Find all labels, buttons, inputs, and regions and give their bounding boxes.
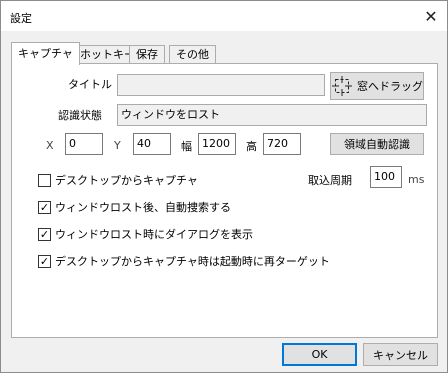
title-bar: 設定 ✕: [1, 1, 447, 31]
checkbox-lost-dialog[interactable]: ✓ ウィンドウロスト時にダイアログを表示: [38, 226, 253, 242]
y-label: Y: [114, 139, 121, 152]
dialog-title: 設定: [10, 12, 32, 25]
y-field[interactable]: 40: [133, 133, 171, 155]
drag-button-label: 窓へドラッグ: [357, 80, 423, 93]
checkbox-label: ウィンドウロスト後、自動捜索する: [55, 201, 231, 214]
checkbox-box: [38, 173, 51, 187]
close-button[interactable]: ✕: [415, 1, 447, 31]
x-label: X: [46, 139, 54, 152]
cancel-button[interactable]: キャンセル: [363, 343, 438, 366]
capture-panel: タイトル 窓へドラッグ 認識状態 ウィンドウをロスト X 0 Y 40 幅 12…: [11, 63, 438, 338]
tab-capture[interactable]: キャプチャ: [11, 42, 80, 65]
tab-save[interactable]: 保存: [129, 45, 165, 64]
checkbox-retarget-on-start[interactable]: ✓ デスクトップからキャプチャ時は起動時に再ターゲット: [38, 253, 330, 269]
width-field[interactable]: 1200: [198, 133, 236, 155]
title-label: タイトル: [68, 78, 112, 91]
checkbox-auto-search[interactable]: ✓ ウィンドウロスト後、自動捜索する: [38, 199, 231, 215]
width-label: 幅: [181, 140, 192, 153]
auto-detect-region-button[interactable]: 領域自動認識: [330, 133, 424, 155]
tab-other[interactable]: その他: [169, 45, 216, 64]
ok-button[interactable]: OK: [282, 343, 357, 366]
height-field[interactable]: 720: [263, 133, 301, 155]
title-field[interactable]: [117, 74, 325, 96]
checkbox-desktop-capture[interactable]: デスクトップからキャプチャ: [38, 172, 198, 188]
crosshair-drag-icon: [332, 76, 352, 96]
close-icon: ✕: [424, 6, 438, 26]
status-field: ウィンドウをロスト: [117, 104, 427, 126]
checkmark-icon: ✓: [38, 254, 51, 268]
drag-to-window-button[interactable]: 窓へドラッグ: [330, 72, 424, 100]
status-label: 認識状態: [58, 109, 102, 122]
interval-label: 取込周期: [308, 174, 352, 187]
checkbox-label: デスクトップからキャプチャ: [55, 174, 198, 187]
height-label: 高: [246, 140, 257, 153]
x-field[interactable]: 0: [65, 133, 103, 155]
checkmark-icon: ✓: [38, 227, 51, 241]
checkmark-icon: ✓: [38, 200, 51, 214]
settings-dialog: 設定 ✕ キャプチャ ホットキー 保存 その他 タイトル 窓へドラッグ 認識状態…: [0, 0, 448, 373]
interval-unit: ms: [408, 173, 425, 186]
checkbox-label: デスクトップからキャプチャ時は起動時に再ターゲット: [55, 255, 330, 268]
interval-field[interactable]: 100: [370, 166, 402, 188]
checkbox-label: ウィンドウロスト時にダイアログを表示: [55, 228, 253, 241]
